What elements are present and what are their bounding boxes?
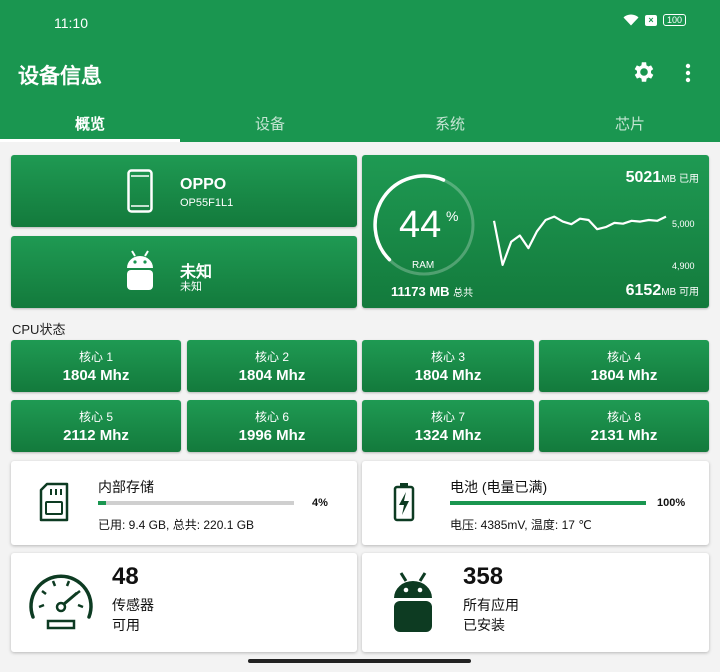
ram-used-unit: MB 已用 [661, 174, 699, 185]
cpu-core-card[interactable]: 核心 4 1804 Mhz [539, 340, 709, 392]
core-frequency: 2131 Mhz [590, 427, 658, 444]
tab-system[interactable]: 系统 [360, 108, 540, 142]
battery-title: 电池 (电量已满) [450, 479, 548, 495]
app-bar: 11:10 × 100 设备信息 概览 设备 系统 芯片 [0, 0, 720, 142]
ram-total-unit: 总共 [453, 288, 474, 299]
ram-free: 6152MB 可用 [626, 282, 699, 300]
core-frequency: 1324 Mhz [414, 427, 482, 444]
core-name: 核心 3 [430, 350, 465, 364]
cpu-core-card[interactable]: 核心 1 1804 Mhz [11, 340, 181, 392]
battery-detail: 电压: 4385mV, 温度: 17 ℃ [450, 518, 592, 532]
tab-bar: 概览 设备 系统 芯片 [0, 108, 720, 142]
battery-card[interactable]: 电池 (电量已满) 100% 电压: 4385mV, 温度: 17 ℃ [362, 461, 709, 545]
tab-chip[interactable]: 芯片 [540, 108, 720, 142]
page-title: 设备信息 [18, 65, 102, 88]
storage-card[interactable]: 内部存储 4% 已用: 9.4 GB, 总共: 220.1 GB [11, 461, 357, 545]
core-frequency: 1804 Mhz [62, 367, 130, 384]
ram-axis-tick-lower: 4,900 [672, 261, 695, 271]
apps-card[interactable]: 358 所有应用 已安装 [362, 553, 709, 652]
device-model: OP55F1L1 [180, 197, 234, 209]
ram-percent: 44 [399, 204, 442, 246]
cpu-core-card[interactable]: 核心 3 1804 Mhz [362, 340, 534, 392]
battery-charging-icon [393, 483, 415, 522]
core-name: 核心 1 [78, 350, 113, 364]
os-detail: 未知 [180, 281, 202, 293]
cpu-core-card[interactable]: 核心 8 2131 Mhz [539, 400, 709, 452]
core-name: 核心 7 [430, 410, 465, 424]
gear-icon[interactable] [631, 59, 657, 85]
sensor-count: 48 [112, 563, 139, 590]
apps-sublabel: 已安装 [463, 617, 505, 633]
cpu-core-card[interactable]: 核心 2 1804 Mhz [187, 340, 357, 392]
sim-icon: × [644, 14, 657, 26]
core-frequency: 1804 Mhz [414, 367, 482, 384]
core-name: 核心 8 [606, 410, 641, 424]
ram-axis-tick-upper: 5,000 [672, 219, 695, 229]
battery-progress-fill [450, 501, 646, 505]
ram-free-unit: MB 可用 [661, 287, 699, 298]
core-frequency: 1996 Mhz [238, 427, 306, 444]
core-name: 核心 5 [78, 410, 113, 424]
sensor-sublabel: 可用 [112, 617, 140, 633]
ram-card[interactable]: 44 % RAM 5021MB 已用 5,000 4,900 11173 MB … [362, 155, 709, 308]
ram-history-chart [492, 215, 667, 266]
storage-progress-bar [98, 501, 294, 505]
sd-card-icon [39, 482, 69, 522]
core-frequency: 1804 Mhz [590, 367, 658, 384]
device-card[interactable]: OPPO OP55F1L1 [11, 155, 357, 227]
sensor-label: 传感器 [112, 597, 154, 613]
android-icon [127, 250, 153, 290]
more-vert-icon[interactable] [678, 61, 698, 85]
cpu-core-card[interactable]: 核心 6 1996 Mhz [187, 400, 357, 452]
storage-percent: 4% [312, 497, 328, 509]
ram-used-value: 5021 [625, 169, 662, 186]
tab-overview[interactable]: 概览 [0, 108, 180, 142]
storage-progress-fill [98, 501, 106, 505]
ram-used: 5021MB 已用 [626, 169, 699, 187]
core-frequency: 2112 Mhz [63, 427, 129, 444]
storage-detail: 已用: 9.4 GB, 总共: 220.1 GB [98, 518, 255, 532]
core-frequency: 1804 Mhz [238, 367, 306, 384]
core-name: 核心 4 [606, 350, 641, 364]
cpu-core-card[interactable]: 核心 7 1324 Mhz [362, 400, 534, 452]
status-icons: × 100 [623, 14, 686, 26]
status-time: 11:10 [54, 15, 88, 31]
home-indicator[interactable] [248, 659, 471, 663]
cpu-section-label: CPU状态 [12, 322, 66, 337]
ram-label: RAM [412, 260, 435, 271]
core-name: 核心 2 [254, 350, 289, 364]
core-name: 核心 6 [254, 410, 289, 424]
phone-icon [127, 169, 153, 213]
ram-percent-sign: % [446, 208, 459, 224]
device-brand: OPPO [180, 176, 227, 193]
ram-total-value: 11173 MB [391, 284, 450, 299]
wifi-icon [623, 14, 639, 26]
storage-title: 内部存储 [98, 479, 154, 495]
ram-history-line [492, 215, 667, 266]
battery-percent: 100% [657, 497, 686, 509]
android-icon [394, 572, 432, 632]
apps-label: 所有应用 [463, 597, 519, 613]
battery-icon: 100 [662, 14, 686, 26]
cpu-core-card[interactable]: 核心 5 2112 Mhz [11, 400, 181, 452]
battery-progress-bar [450, 501, 646, 505]
apps-count: 358 [463, 563, 504, 590]
battery-level: 100 [666, 14, 682, 25]
sensors-card[interactable]: 48 传感器 可用 [11, 553, 357, 652]
ram-free-value: 6152 [625, 282, 662, 299]
tab-device[interactable]: 设备 [180, 108, 360, 142]
speedometer-icon [29, 574, 93, 630]
ram-total: 11173 MB 总共 [391, 284, 473, 299]
os-card[interactable]: 未知 未知 [11, 236, 357, 308]
